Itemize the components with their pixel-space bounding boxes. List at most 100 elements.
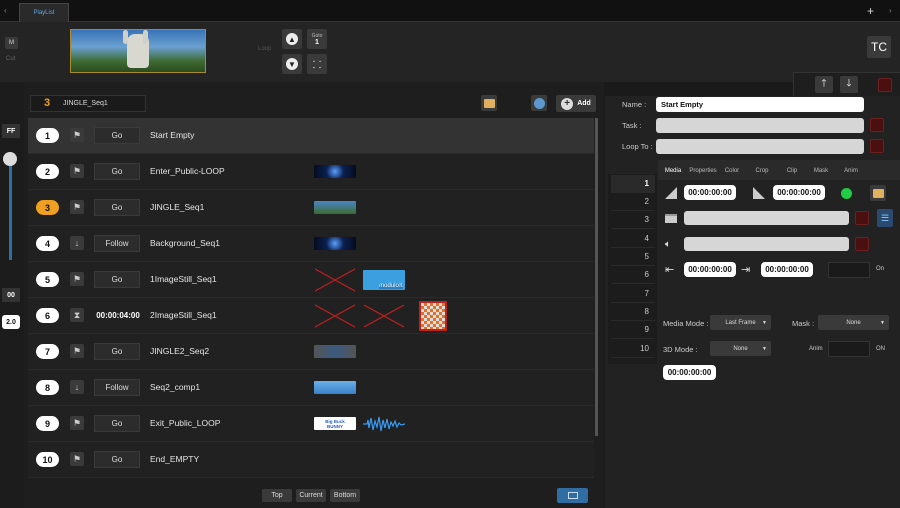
- zero-button[interactable]: 00: [2, 288, 20, 302]
- table-row[interactable]: 5 ⚑ Go 1ImageStill_Seq1 moduloπ: [28, 262, 594, 298]
- move-down-button[interactable]: 🡓: [840, 76, 858, 93]
- missing-media-icon[interactable]: [363, 304, 405, 328]
- checkered-flag-icon[interactable]: ⚑: [70, 200, 84, 214]
- timer-up-button[interactable]: ▲: [282, 29, 302, 49]
- tc-out-field[interactable]: 00:00:00:00: [773, 185, 825, 200]
- tab-playlist[interactable]: PlayList: [19, 3, 69, 22]
- missing-media-icon[interactable]: [314, 268, 356, 292]
- tc-button[interactable]: TC: [867, 36, 891, 58]
- table-row[interactable]: 7 ⚑ Go JINGLE2_Seq2: [28, 334, 594, 370]
- table-row[interactable]: 10 ⚑ Go End_EMPTY: [28, 442, 594, 478]
- media-thumbnail[interactable]: [314, 165, 356, 178]
- checkered-flag-icon[interactable]: ⚑: [70, 416, 84, 430]
- trigger-button[interactable]: Follow: [94, 235, 140, 252]
- table-row[interactable]: 1 ⚑ Go Start Empty: [28, 118, 594, 154]
- tab-scroll-left-icon[interactable]: ‹: [4, 6, 7, 15]
- delete-button[interactable]: [878, 78, 892, 92]
- clip-out-field[interactable]: 00:00:00:00: [761, 262, 813, 277]
- audio-waveform-icon[interactable]: [363, 416, 405, 432]
- checkered-flag-icon[interactable]: ⚑: [70, 452, 84, 466]
- scroll-top-button[interactable]: Top: [262, 489, 292, 502]
- checkered-flag-icon[interactable]: ⚑: [70, 344, 84, 358]
- arrow-down-icon[interactable]: ↓: [70, 380, 84, 394]
- scroll-current-button[interactable]: Current: [296, 489, 326, 502]
- tab-properties[interactable]: Properties: [687, 164, 719, 178]
- layer-item[interactable]: 10: [611, 340, 655, 358]
- add-tab-button[interactable]: +: [867, 4, 879, 18]
- trigger-button[interactable]: Go: [94, 127, 140, 144]
- monitor-button[interactable]: [557, 488, 588, 503]
- task-field[interactable]: [656, 118, 864, 133]
- tab-color[interactable]: Color: [720, 164, 744, 178]
- media-thumbnail[interactable]: Big Buck BUNNY: [314, 417, 356, 430]
- media-thumbnail[interactable]: [314, 201, 356, 214]
- mixer-button[interactable]: ☰: [877, 209, 893, 227]
- scroll-bottom-button[interactable]: Bottom: [330, 489, 360, 502]
- loop-toggle[interactable]: [828, 262, 870, 278]
- mask-select[interactable]: None ▼: [818, 315, 889, 330]
- m-button[interactable]: M: [5, 37, 18, 49]
- speed-slider-handle[interactable]: [3, 152, 17, 166]
- checkered-flag-icon[interactable]: ⚑: [70, 272, 84, 286]
- layer-item[interactable]: 9: [611, 321, 655, 339]
- trigger-button[interactable]: Go: [94, 271, 140, 288]
- goto-button[interactable]: Goto 1: [307, 29, 327, 49]
- tab-clip[interactable]: Clip: [780, 164, 804, 178]
- import-folder-button[interactable]: [481, 95, 497, 111]
- tab-mask[interactable]: Mask: [809, 164, 833, 178]
- anim-toggle[interactable]: [828, 341, 870, 357]
- media-mode-select[interactable]: Last Frame ▼: [710, 315, 771, 330]
- trigger-button[interactable]: Go: [94, 199, 140, 216]
- layer-item[interactable]: 2: [611, 193, 655, 211]
- tab-media[interactable]: Media: [660, 164, 686, 178]
- globe-button[interactable]: [531, 95, 547, 111]
- tc-bottom-field[interactable]: 00:00:00:00: [663, 365, 716, 380]
- tc-in-field[interactable]: 00:00:00:00: [684, 185, 736, 200]
- layer-item[interactable]: 5: [611, 248, 655, 266]
- table-row[interactable]: 8 ↓ Follow Seq2_comp1: [28, 370, 594, 406]
- media-thumbnail[interactable]: [314, 345, 356, 358]
- add-button[interactable]: + Add: [556, 95, 596, 112]
- loopto-field[interactable]: [656, 139, 864, 154]
- media-folder-button[interactable]: [870, 185, 886, 201]
- media-clear-button[interactable]: [855, 211, 869, 225]
- trigger-button[interactable]: Go: [94, 343, 140, 360]
- tab-anim[interactable]: Anim: [838, 164, 864, 178]
- layer-item[interactable]: 6: [611, 266, 655, 284]
- preview-thumbnail[interactable]: [70, 29, 206, 73]
- trigger-time[interactable]: 00:00:04:00: [90, 307, 146, 324]
- media-thumbnail[interactable]: [419, 301, 447, 331]
- hourglass-icon[interactable]: ⧗: [70, 308, 84, 322]
- layer-item[interactable]: 8: [611, 303, 655, 321]
- layer-item[interactable]: 4: [611, 230, 655, 248]
- loopto-clear-button[interactable]: [870, 139, 884, 153]
- table-row[interactable]: 3 ⚑ Go JINGLE_Seq1: [28, 190, 594, 226]
- tab-crop[interactable]: Crop: [750, 164, 774, 178]
- name-field[interactable]: Start Empty: [656, 97, 864, 112]
- table-row[interactable]: 6 ⧗ 00:00:04:00 2ImageStill_Seq1: [28, 298, 594, 334]
- media-thumbnail[interactable]: [314, 381, 356, 394]
- layer-item[interactable]: 3: [611, 211, 655, 229]
- table-row[interactable]: 4 ↓ Follow Background_Seq1: [28, 226, 594, 262]
- playlist-scrollbar[interactable]: [595, 118, 598, 436]
- move-up-button[interactable]: 🡑: [815, 76, 833, 93]
- media-thumbnail[interactable]: [314, 237, 356, 250]
- arrow-down-icon[interactable]: ↓: [70, 236, 84, 250]
- media-path-field[interactable]: [684, 211, 849, 225]
- checkered-flag-icon[interactable]: ⚑: [70, 128, 84, 142]
- ff-button[interactable]: FF: [2, 124, 20, 138]
- mode3d-select[interactable]: None ▼: [710, 341, 771, 356]
- layer-item[interactable]: 1: [611, 175, 655, 193]
- footsteps-button[interactable]: ⸬: [307, 54, 327, 74]
- clip-in-field[interactable]: 00:00:00:00: [684, 262, 736, 277]
- speed-slider-track[interactable]: [9, 152, 12, 260]
- table-row[interactable]: 9 ⚑ Go Exit_Public_LOOP Big Buck BUNNY: [28, 406, 594, 442]
- checkered-flag-icon[interactable]: ⚑: [70, 164, 84, 178]
- audio-path-field[interactable]: [684, 237, 849, 251]
- speed-value[interactable]: 2.0: [2, 315, 20, 329]
- trigger-button[interactable]: Go: [94, 451, 140, 468]
- trigger-button[interactable]: Follow: [94, 379, 140, 396]
- table-row[interactable]: 2 ⚑ Go Enter_Public-LOOP: [28, 154, 594, 190]
- tab-scroll-right-icon[interactable]: ›: [889, 6, 892, 15]
- audio-clear-button[interactable]: [855, 237, 869, 251]
